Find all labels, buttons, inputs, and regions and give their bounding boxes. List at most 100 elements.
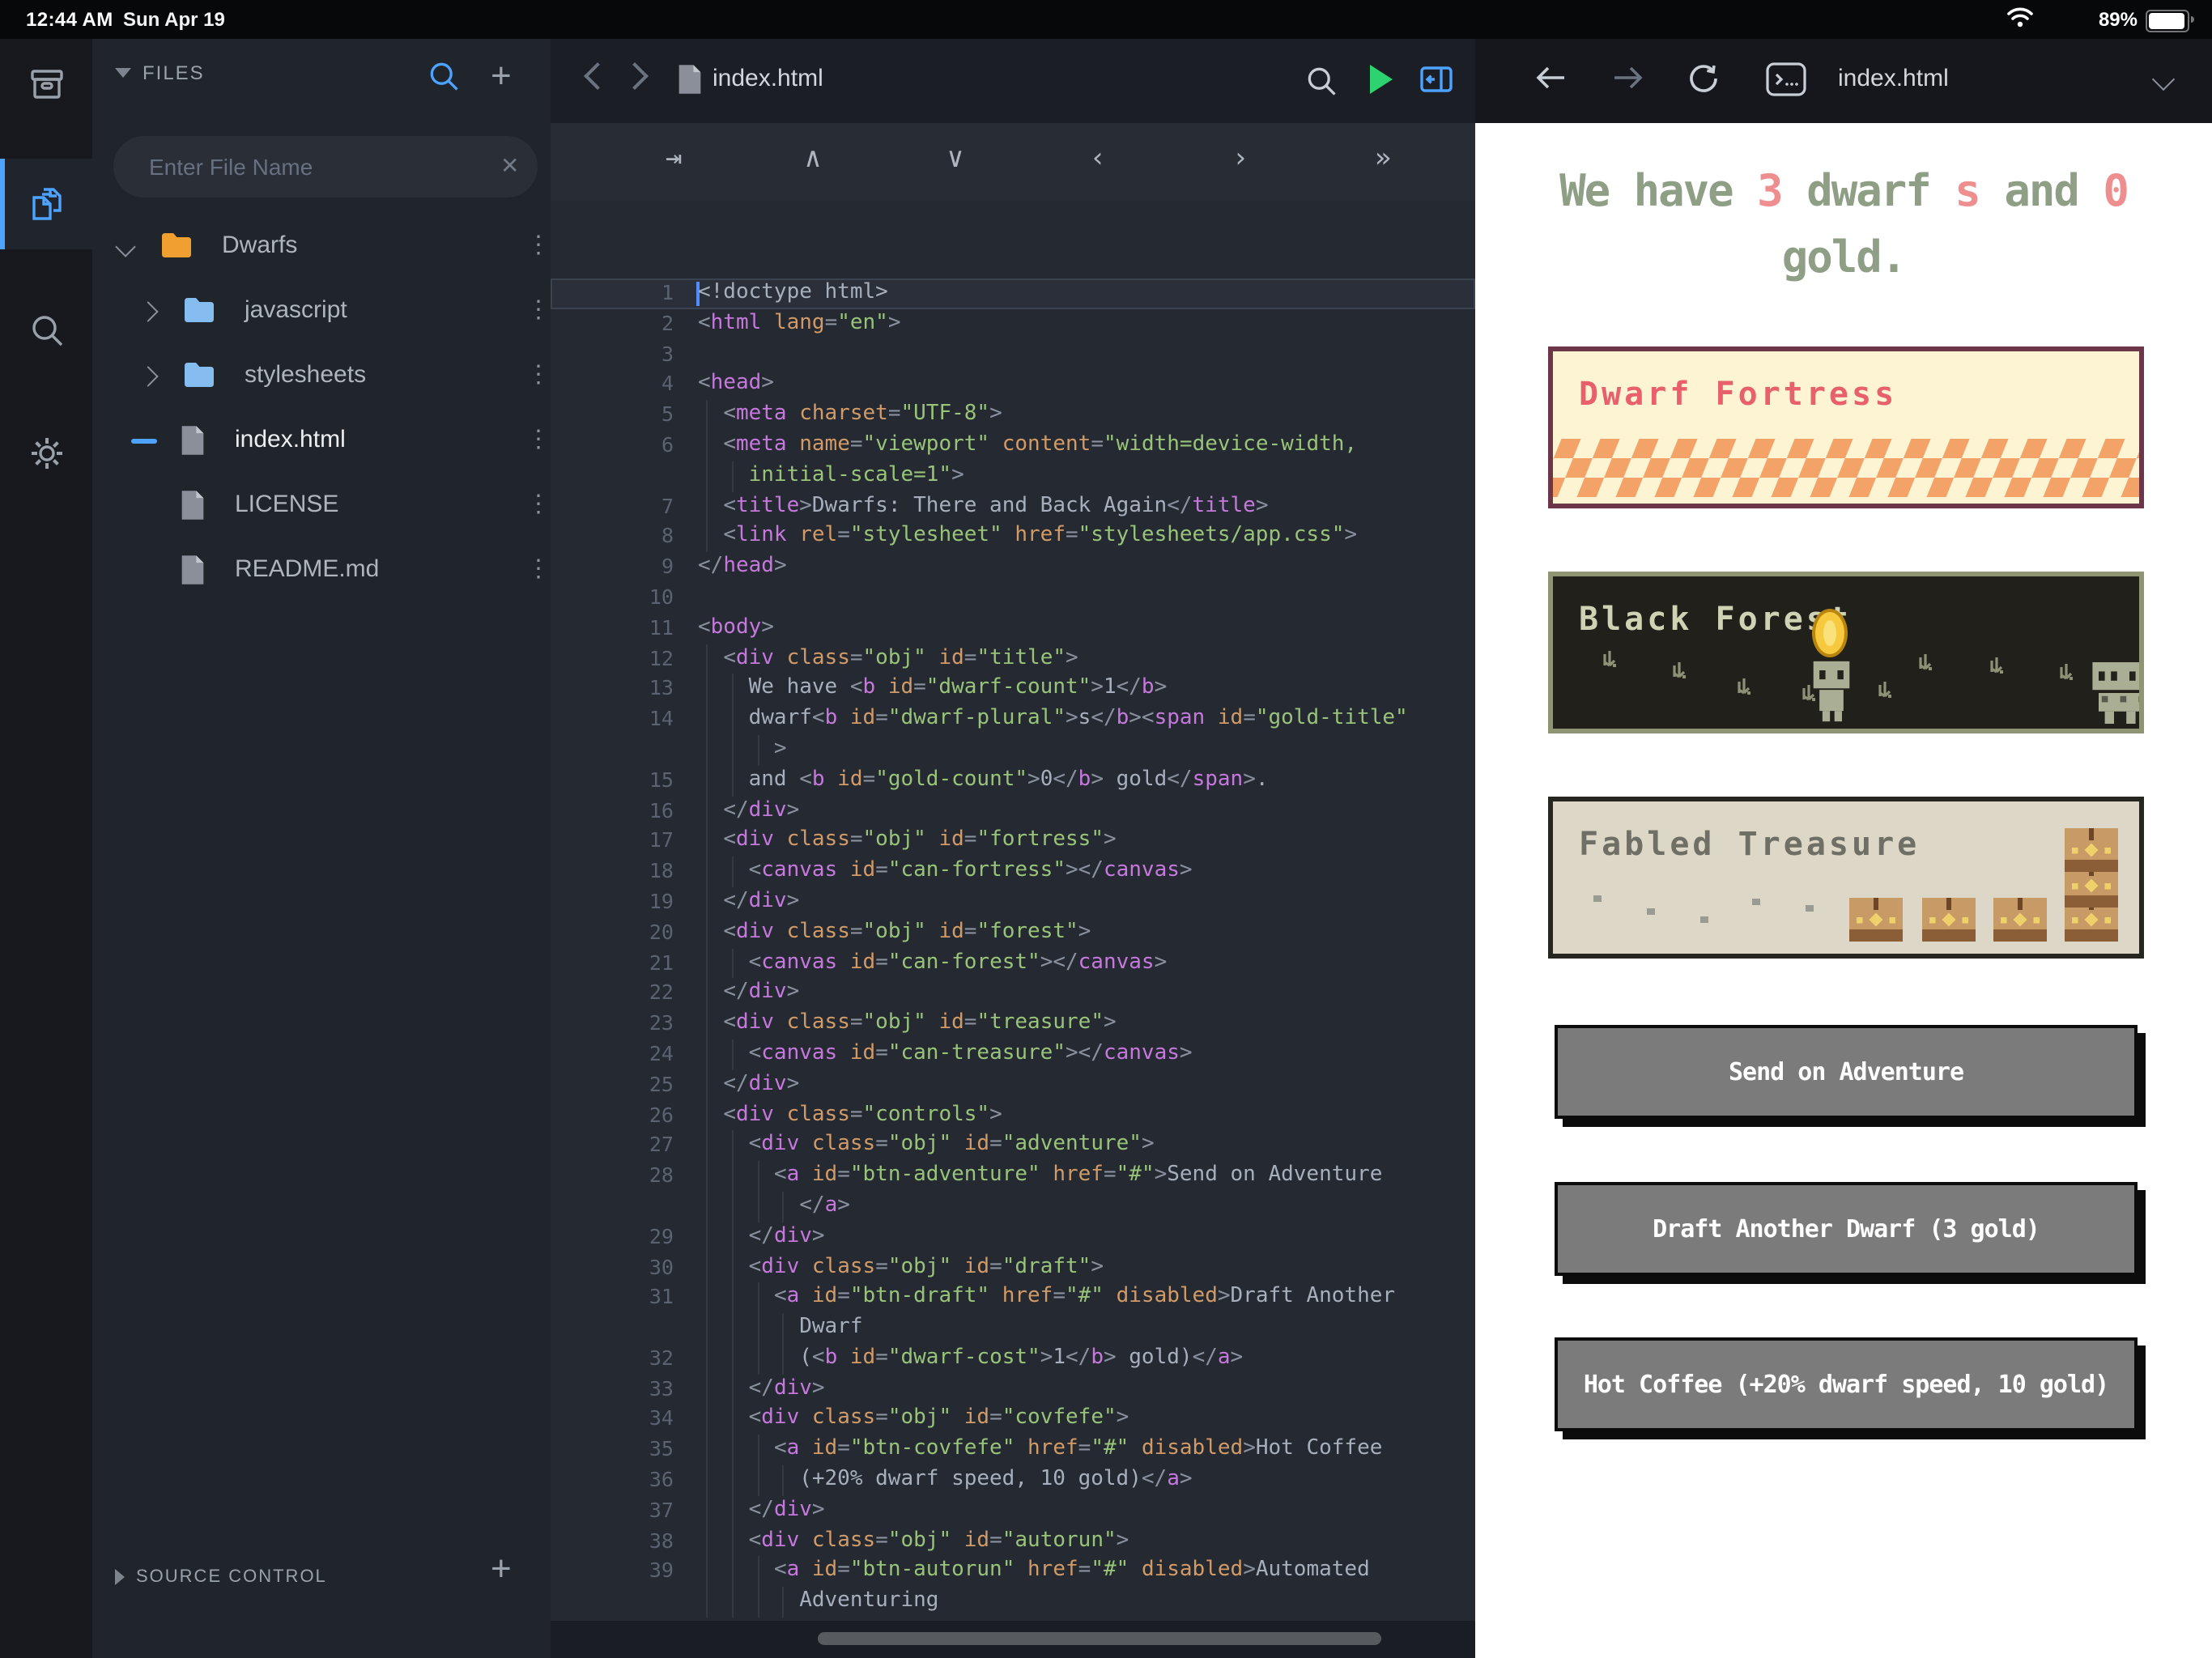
code-line-39[interactable]: 39 <a id="btn-autorun" href="#" disabled… — [551, 1557, 1475, 1588]
editor-tab-filename[interactable]: index.html — [713, 65, 823, 92]
code-line-wrap[interactable]: Adventuring — [551, 1588, 1475, 1618]
code-line-28[interactable]: 28 <a id="btn-adventure" href="#">Send o… — [551, 1161, 1475, 1192]
item-menu-icon[interactable]: ⋮ — [526, 230, 551, 262]
code-line-9[interactable]: 9</head> — [551, 552, 1475, 583]
tab-key-icon[interactable]: ⇥ — [654, 142, 693, 175]
caret-down-icon[interactable]: ∨ — [936, 142, 975, 175]
preview-button-coffee[interactable]: Hot Coffee (+20% dwarf speed, 10 gold) — [1555, 1337, 2138, 1431]
files-panel-header[interactable]: FILES — [115, 62, 205, 84]
file-tree-item-stylesheets[interactable]: stylesheets⋮ — [92, 343, 551, 408]
gear-icon[interactable] — [0, 408, 92, 499]
code-line-wrap[interactable]: Dwarf — [551, 1313, 1475, 1344]
code-line-23[interactable]: 23 <div class="obj" id="treasure"> — [551, 1009, 1475, 1039]
line-number: 14 — [551, 704, 674, 735]
editor-back-icon[interactable] — [584, 62, 611, 90]
preview-forward-icon[interactable] — [1610, 62, 1645, 102]
item-menu-icon[interactable]: ⋮ — [526, 424, 551, 457]
code-line-16[interactable]: 16 </div> — [551, 796, 1475, 827]
code-line-8[interactable]: 8 <link rel="stylesheet" href="styleshee… — [551, 522, 1475, 553]
clear-input-icon[interactable]: ✕ — [500, 154, 519, 176]
code-line-17[interactable]: 17 <div class="obj" id="fortress"> — [551, 827, 1475, 857]
code-line-37[interactable]: 37 </div> — [551, 1496, 1475, 1527]
item-menu-icon[interactable]: ⋮ — [526, 489, 551, 521]
code-line-36[interactable]: 36 (+20% dwarf speed, 10 gold)</a> — [551, 1465, 1475, 1496]
code-line-7[interactable]: 7 <title>Dwarfs: There and Back Again</t… — [551, 491, 1475, 522]
search-icon[interactable] — [0, 285, 92, 376]
file-tree-item-readme-md[interactable]: README.md⋮ — [92, 538, 551, 602]
run-icon[interactable] — [1370, 65, 1393, 94]
file-tree-item-dwarfs[interactable]: Dwarfs⋮ — [92, 214, 551, 278]
chevron-down-icon[interactable] — [2152, 68, 2175, 91]
code-text: initial-scale=1"> — [698, 461, 964, 492]
chevron-down-icon[interactable] — [115, 236, 135, 257]
code-line-21[interactable]: 21 <canvas id="can-forest"></canvas> — [551, 948, 1475, 979]
code-line-5[interactable]: 5 <meta charset="UTF-8"> — [551, 400, 1475, 431]
code-line-6[interactable]: 6 <meta name="viewport" content="width=d… — [551, 431, 1475, 461]
preview-button-adventure[interactable]: Send on Adventure — [1555, 1025, 2138, 1119]
editor-search-icon[interactable] — [1304, 63, 1339, 107]
file-search-icon[interactable] — [426, 58, 462, 102]
code-line-33[interactable]: 33 </div> — [551, 1374, 1475, 1405]
code-line-30[interactable]: 30 <div class="obj" id="draft"> — [551, 1252, 1475, 1283]
double-angle-right-icon[interactable]: » — [1363, 142, 1402, 175]
item-menu-icon[interactable]: ⋮ — [526, 554, 551, 586]
files-icon[interactable] — [0, 159, 92, 249]
file-tree: Dwarfs⋮javascript⋮stylesheets⋮index.html… — [92, 214, 551, 602]
code-line-1[interactable]: 1<!doctype html> — [551, 278, 1475, 309]
code-line-12[interactable]: 12 <div class="obj" id="title"> — [551, 644, 1475, 674]
code-line-26[interactable]: 26 <div class="controls"> — [551, 1100, 1475, 1131]
angle-left-icon[interactable]: ‹ — [1078, 142, 1117, 175]
item-menu-icon[interactable]: ⋮ — [526, 295, 551, 327]
chevron-right-icon[interactable] — [138, 366, 158, 386]
code-line-14[interactable]: 14 dwarf<b id="dwarf-plural">s</b><span … — [551, 704, 1475, 735]
file-tree-item-index-html[interactable]: index.html⋮ — [92, 408, 551, 473]
code-line-22[interactable]: 22 </div> — [551, 979, 1475, 1010]
file-tree-item-javascript[interactable]: javascript⋮ — [92, 278, 551, 343]
code-line-11[interactable]: 11<body> — [551, 614, 1475, 644]
terminal-icon[interactable] — [1765, 62, 1807, 105]
gold-coin-sprite — [1811, 607, 1850, 667]
code-area[interactable]: 1<!doctype html>2<html lang="en">34<head… — [551, 201, 1475, 1618]
add-file-icon[interactable]: + — [491, 55, 512, 97]
grass-sprite — [1734, 677, 1754, 708]
chevron-right-icon[interactable] — [138, 301, 158, 321]
code-line-10[interactable]: 10 — [551, 583, 1475, 614]
code-line-35[interactable]: 35 <a id="btn-covfefe" href="#" disabled… — [551, 1435, 1475, 1466]
source-control-header[interactable]: SOURCE CONTROL — [115, 1567, 327, 1587]
source-control-add-icon[interactable]: + — [491, 1548, 512, 1590]
code-line-24[interactable]: 24 <canvas id="can-treasure"></canvas> — [551, 1039, 1475, 1070]
file-name-input[interactable] — [113, 136, 538, 198]
editor-forward-icon[interactable] — [621, 62, 649, 90]
item-menu-icon[interactable]: ⋮ — [526, 359, 551, 392]
code-line-29[interactable]: 29 </div> — [551, 1222, 1475, 1252]
horizontal-scrollbar[interactable] — [551, 1621, 1475, 1658]
code-line-38[interactable]: 38 <div class="obj" id="autorun"> — [551, 1526, 1475, 1557]
preview-back-icon[interactable] — [1534, 62, 1569, 102]
code-line-18[interactable]: 18 <canvas id="can-fortress"></canvas> — [551, 857, 1475, 887]
code-line-15[interactable]: 15 and <b id="gold-count">0</b> gold</sp… — [551, 766, 1475, 797]
code-line-wrap[interactable]: </a> — [551, 1192, 1475, 1222]
code-line-wrap[interactable]: initial-scale=1"> — [551, 461, 1475, 492]
code-line-27[interactable]: 27 <div class="obj" id="adventure"> — [551, 1131, 1475, 1162]
code-line-13[interactable]: 13 We have <b id="dwarf-count">1</b> — [551, 674, 1475, 705]
code-line-wrap[interactable]: > — [551, 735, 1475, 766]
angle-right-icon[interactable]: › — [1221, 142, 1260, 175]
caret-up-icon[interactable]: ∧ — [793, 142, 832, 175]
code-line-19[interactable]: 19 </div> — [551, 887, 1475, 918]
code-line-34[interactable]: 34 <div class="obj" id="covfefe"> — [551, 1405, 1475, 1435]
code-line-4[interactable]: 4<head> — [551, 370, 1475, 401]
preview-address[interactable]: index.html — [1838, 65, 1949, 92]
preview-button-draft[interactable]: Draft Another Dwarf (3 gold) — [1555, 1182, 2138, 1276]
code-text: <div class="controls"> — [698, 1100, 1002, 1131]
archive-icon[interactable] — [0, 39, 92, 130]
code-line-2[interactable]: 2<html lang="en"> — [551, 309, 1475, 340]
code-line-25[interactable]: 25 </div> — [551, 1069, 1475, 1100]
code-line-20[interactable]: 20 <div class="obj" id="forest"> — [551, 917, 1475, 948]
file-tree-item-license[interactable]: LICENSE⋮ — [92, 473, 551, 538]
code-line-31[interactable]: 31 <a id="btn-draft" href="#" disabled>D… — [551, 1283, 1475, 1314]
code-line-32[interactable]: 32 (<b id="dwarf-cost">1</b> gold)</a> — [551, 1344, 1475, 1375]
preview-reload-icon[interactable] — [1687, 62, 1720, 104]
split-view-icon[interactable] — [1419, 63, 1454, 104]
horizontal-scrollbar-thumb[interactable] — [818, 1632, 1381, 1645]
code-line-3[interactable]: 3 — [551, 339, 1475, 370]
